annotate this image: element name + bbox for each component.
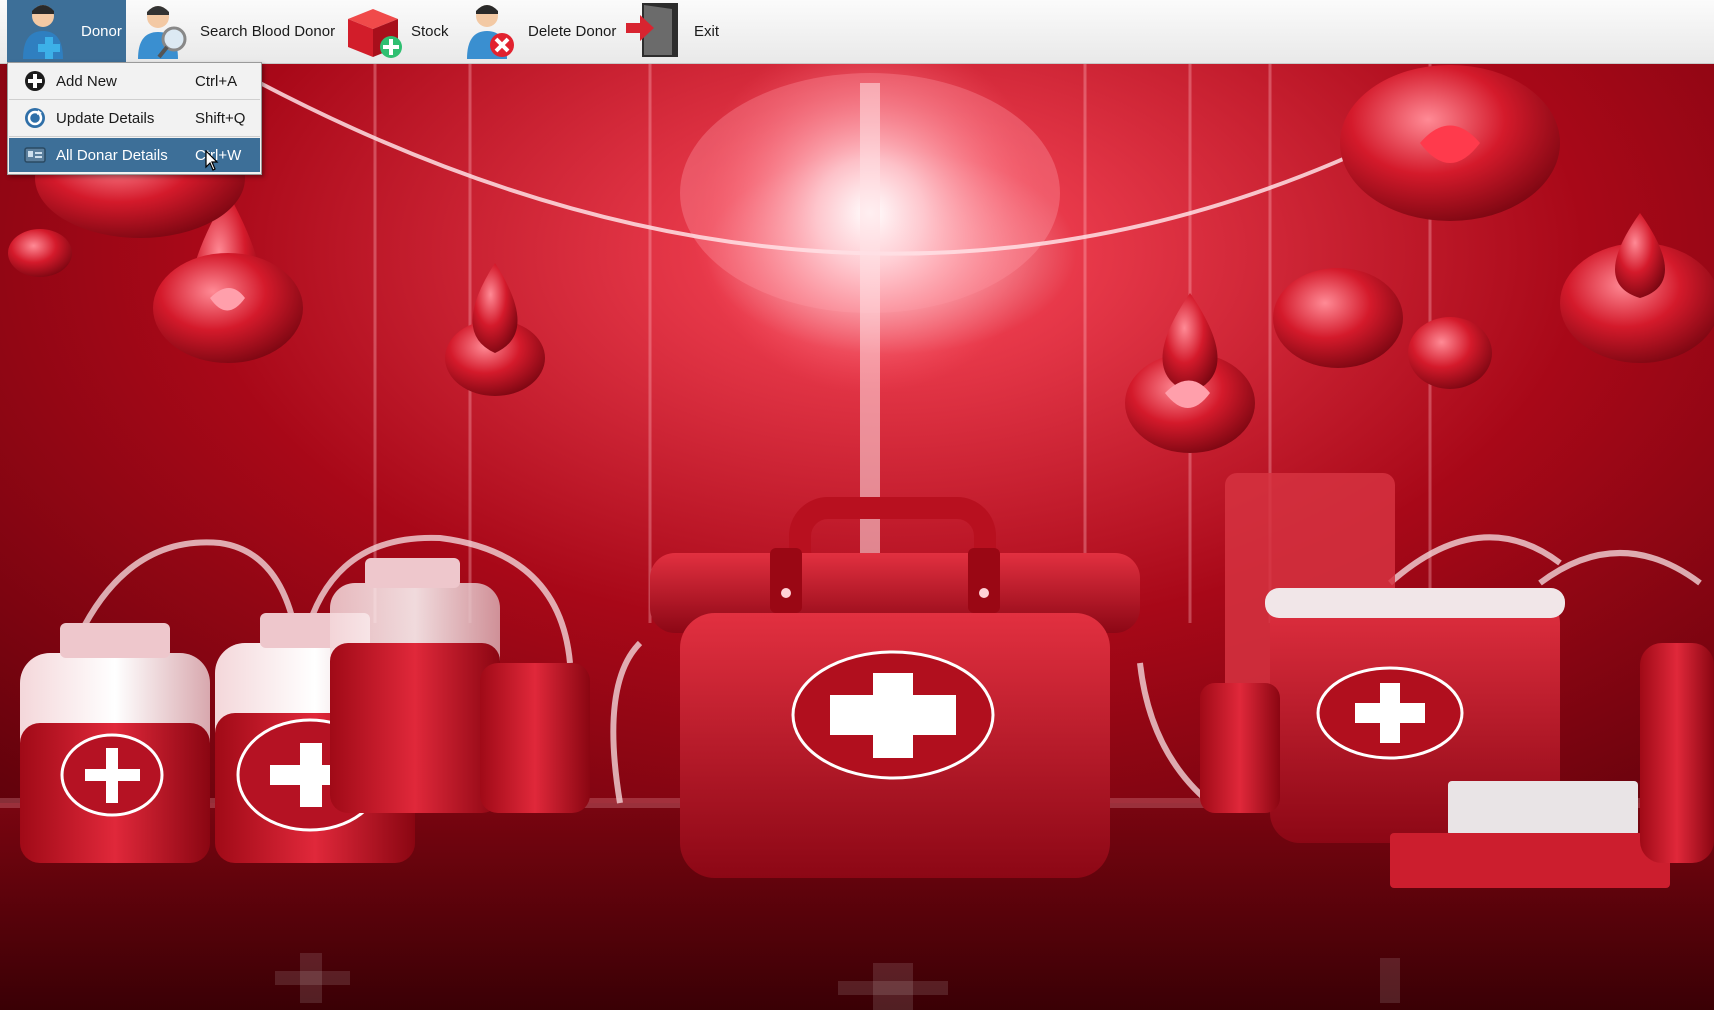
menu-search-blood-donor-label: Search Blood Donor [200,22,336,40]
all-donar-details-label: All Donar Details [56,146,168,164]
donor-add-icon [23,5,63,59]
dropdown-item-all-donar-details[interactable]: All Donar Details Ctrl+W [9,138,260,172]
search-donor-icon [138,6,187,59]
menu-delete-donor[interactable]: Delete Donor [460,0,617,62]
dropdown-item-update-details[interactable]: Update Details Shift+Q [9,101,260,135]
update-icon [25,108,45,128]
donor-dropdown-menu: Add New Ctrl+A Update Details Shift+Q Al… [7,62,262,175]
update-details-shortcut: Shift+Q [195,109,246,127]
dropdown-item-add-new[interactable]: Add New Ctrl+A [9,64,260,98]
details-card-icon [24,147,46,163]
add-circle-icon [25,71,45,91]
exit-door-icon [626,3,678,57]
menu-search-blood-donor[interactable]: Search Blood Donor [132,0,337,62]
menu-donor[interactable]: Donor [7,0,126,62]
add-new-label: Add New [56,72,117,90]
mouse-cursor-icon [205,150,219,171]
delete-donor-icon [467,5,514,59]
menu-stock[interactable]: Stock [343,0,453,62]
menu-stock-label: Stock [411,22,449,40]
stock-icon [348,9,402,58]
main-menubar: Donor Search Blood Donor Stock Delete Do… [0,0,1714,64]
menu-exit-label: Exit [694,22,720,40]
update-details-label: Update Details [56,109,155,127]
add-new-shortcut: Ctrl+A [195,72,238,90]
menu-donor-label: Donor [81,22,122,40]
menu-delete-donor-label: Delete Donor [528,22,617,40]
dropdown-separator [9,99,260,100]
dropdown-separator [9,136,260,137]
background-artwork [0,63,1714,1010]
menu-exit[interactable]: Exit [624,0,724,62]
